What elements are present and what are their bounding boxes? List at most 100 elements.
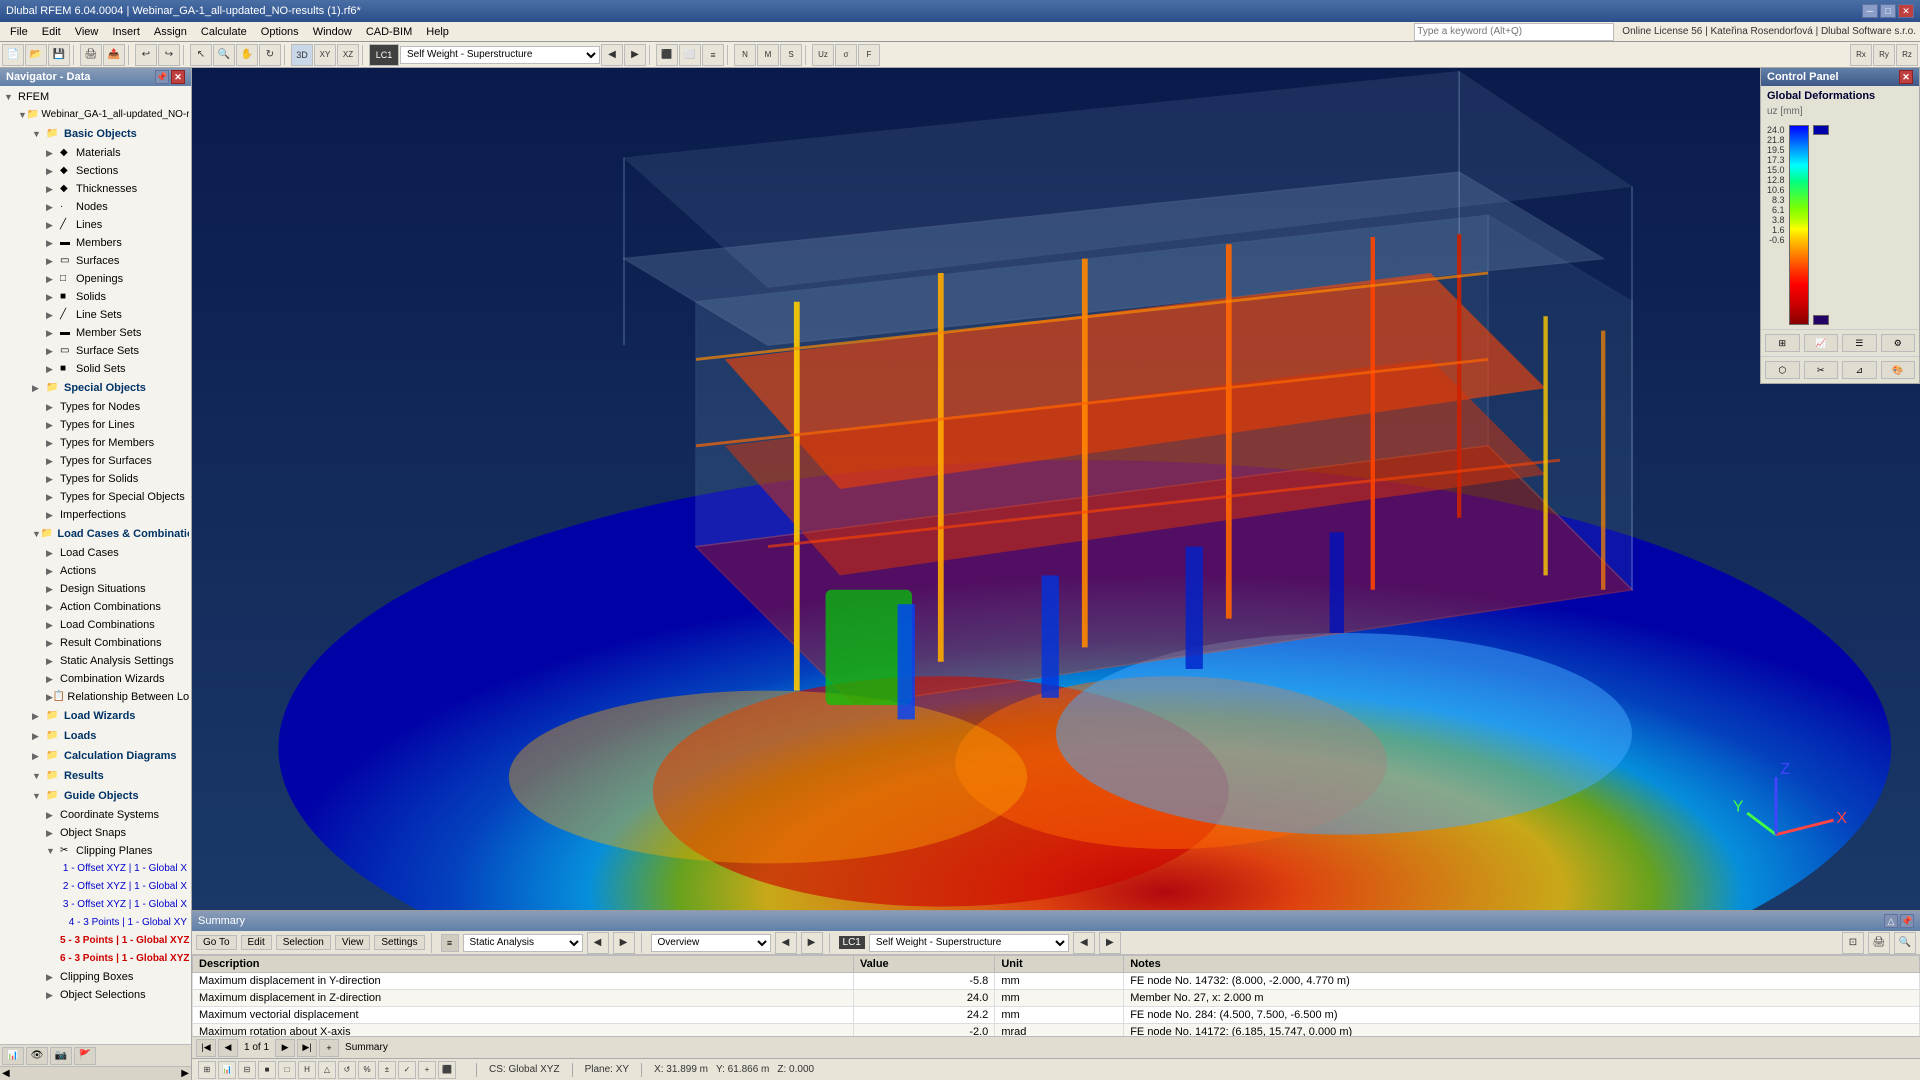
tree-relationship-between[interactable]: ▶📋Relationship Between Load C	[44, 688, 189, 706]
clip-plane-5[interactable]: 5 - 3 Points | 1 - Global XYZ	[58, 932, 189, 950]
status-icon-13[interactable]: ⬛	[438, 1061, 456, 1079]
navigator-close-btn[interactable]: ✕	[171, 70, 185, 84]
force-btn[interactable]: F	[858, 44, 880, 66]
nav-scroll-right[interactable]: ▶	[181, 1068, 189, 1079]
cp-settings-cp-btn[interactable]: ⚙	[1881, 334, 1916, 352]
toggle-rfem[interactable]: ▼	[4, 88, 18, 106]
tree-types-solids[interactable]: ▶Types for Solids	[44, 470, 189, 488]
print-btn[interactable]: 🖨	[80, 44, 102, 66]
clip-plane-1[interactable]: 1 - Offset XYZ | 1 - Global X	[58, 860, 189, 878]
export-btn[interactable]: 📤	[103, 44, 125, 66]
tree-member-sets[interactable]: ▶▬Member Sets	[44, 324, 189, 342]
tree-members[interactable]: ▶▬Members	[44, 234, 189, 252]
tree-nodes[interactable]: ▶·Nodes	[44, 198, 189, 216]
tree-loads[interactable]: ▶ 📁 Loads	[30, 726, 189, 746]
tree-root-rfem[interactable]: ▼ RFEM	[2, 88, 189, 106]
nav-flag-btn[interactable]: 🚩	[74, 1047, 96, 1065]
tree-result-combinations[interactable]: ▶Result Combinations	[44, 634, 189, 652]
tree-load-combinations[interactable]: ▶Load Combinations	[44, 616, 189, 634]
menu-file[interactable]: File	[4, 25, 34, 39]
next-page-btn[interactable]: ▶	[275, 1039, 295, 1057]
cp-color-btn[interactable]: 🎨	[1881, 361, 1916, 379]
tree-project[interactable]: ▼ 📁 Webinar_GA-1_all-updated_NO-resu	[16, 106, 189, 124]
rotate-x-btn[interactable]: Rx	[1850, 44, 1872, 66]
redo-btn[interactable]: ↪	[158, 44, 180, 66]
wireframe-btn[interactable]: ⬜	[679, 44, 701, 66]
tree-guide-objects[interactable]: ▼ 📁 Guide Objects	[30, 786, 189, 806]
cp-list-btn[interactable]: ☰	[1842, 334, 1877, 352]
menu-cad-bim[interactable]: CAD-BIM	[360, 25, 418, 39]
bottom-prev-lc-btn[interactable]: ◀	[1073, 932, 1095, 954]
prev-loadcase-btn[interactable]: ◀	[601, 44, 623, 66]
next-analysis-btn[interactable]: ▶	[613, 932, 635, 954]
tree-lines[interactable]: ▶╱Lines	[44, 216, 189, 234]
render-btn[interactable]: ⬛	[656, 44, 678, 66]
cp-chart-btn[interactable]: 📈	[1804, 334, 1839, 352]
status-icon-6[interactable]: H	[298, 1061, 316, 1079]
print-report-btn[interactable]: 🖨	[1868, 932, 1890, 954]
zoom-fit-btn[interactable]: ⊡	[1842, 932, 1864, 954]
prev-analysis-btn[interactable]: ◀	[587, 932, 609, 954]
toggle-project[interactable]: ▼	[18, 106, 27, 124]
status-icon-10[interactable]: ±	[378, 1061, 396, 1079]
load-case-type-btn[interactable]: LC1	[369, 44, 399, 66]
prev-overview-btn[interactable]: ◀	[775, 932, 797, 954]
menu-insert[interactable]: Insert	[106, 25, 146, 39]
keyword-search-input[interactable]	[1414, 23, 1614, 41]
clip-plane-2[interactable]: 2 - Offset XYZ | 1 - Global X	[58, 878, 189, 896]
pan-btn[interactable]: ✋	[236, 44, 258, 66]
tree-thicknesses[interactable]: ▶◆Thicknesses	[44, 180, 189, 198]
status-icon-7[interactable]: △	[318, 1061, 336, 1079]
select-btn[interactable]: ↖	[190, 44, 212, 66]
tree-special-objects[interactable]: ▶ 📁 Special Objects	[30, 378, 189, 398]
rotate-y-btn[interactable]: Ry	[1873, 44, 1895, 66]
tree-types-nodes[interactable]: ▶Types for Nodes	[44, 398, 189, 416]
zoom-btn[interactable]: 🔍	[213, 44, 235, 66]
control-panel-close-btn[interactable]: ✕	[1899, 70, 1913, 84]
tree-solids[interactable]: ▶■Solids	[44, 288, 189, 306]
view-3d-btn[interactable]: 3D	[291, 44, 313, 66]
search-results-btn[interactable]: 🔍	[1894, 932, 1916, 954]
bottom-panel-pin-btn[interactable]: 📌	[1900, 914, 1914, 928]
deform-btn[interactable]: Uz	[812, 44, 834, 66]
first-page-btn[interactable]: |◀	[196, 1039, 216, 1057]
status-icon-12[interactable]: +	[418, 1061, 436, 1079]
tree-types-lines[interactable]: ▶Types for Lines	[44, 416, 189, 434]
tree-types-surfaces[interactable]: ▶Types for Surfaces	[44, 452, 189, 470]
view-btn[interactable]: View	[335, 935, 371, 950]
overview-selector[interactable]: Overview	[651, 934, 771, 952]
tree-surface-sets[interactable]: ▶▭Surface Sets	[44, 342, 189, 360]
tree-line-sets[interactable]: ▶╱Line Sets	[44, 306, 189, 324]
tree-clipping-planes[interactable]: ▼ ✂ Clipping Planes	[44, 842, 189, 860]
node-btn[interactable]: N	[734, 44, 756, 66]
tree-static-analysis[interactable]: ▶Static Analysis Settings	[44, 652, 189, 670]
tree-actions[interactable]: ▶Actions	[44, 562, 189, 580]
bottom-loadcase-selector[interactable]: Self Weight - Superstructure	[869, 934, 1069, 952]
menu-window[interactable]: Window	[307, 25, 358, 39]
cp-section-btn[interactable]: ✂	[1804, 361, 1839, 379]
tree-object-snaps[interactable]: ▶Object Snaps	[44, 824, 189, 842]
status-icon-9[interactable]: %	[358, 1061, 376, 1079]
menu-view[interactable]: View	[69, 25, 105, 39]
next-loadcase-btn[interactable]: ▶	[624, 44, 646, 66]
view-side-btn[interactable]: XZ	[337, 44, 359, 66]
status-icon-4[interactable]: ■	[258, 1061, 276, 1079]
tree-action-combinations[interactable]: ▶Action Combinations	[44, 598, 189, 616]
tree-object-selections[interactable]: ▶Object Selections	[44, 986, 189, 1004]
cp-table-btn[interactable]: ⊞	[1765, 334, 1800, 352]
new-btn[interactable]: 📄	[2, 44, 24, 66]
tree-load-wizards[interactable]: ▶ 📁 Load Wizards	[30, 706, 189, 726]
nav-eye-btn[interactable]: 👁	[26, 1047, 48, 1065]
prev-page-btn[interactable]: ◀	[218, 1039, 238, 1057]
tree-calc-diagrams[interactable]: ▶ 📁 Calculation Diagrams	[30, 746, 189, 766]
add-sheet-btn[interactable]: +	[319, 1039, 339, 1057]
menu-options[interactable]: Options	[255, 25, 305, 39]
maximize-button[interactable]: □	[1880, 4, 1896, 18]
menu-edit[interactable]: Edit	[36, 25, 67, 39]
clip-plane-4[interactable]: 4 - 3 Points | 1 - Global XY	[58, 914, 189, 932]
clip-plane-3[interactable]: 3 - Offset XYZ | 1 - Global X	[58, 896, 189, 914]
rotate-z-btn[interactable]: Rz	[1896, 44, 1918, 66]
menu-help[interactable]: Help	[420, 25, 455, 39]
surface-btn[interactable]: S	[780, 44, 802, 66]
open-btn[interactable]: 📂	[25, 44, 47, 66]
